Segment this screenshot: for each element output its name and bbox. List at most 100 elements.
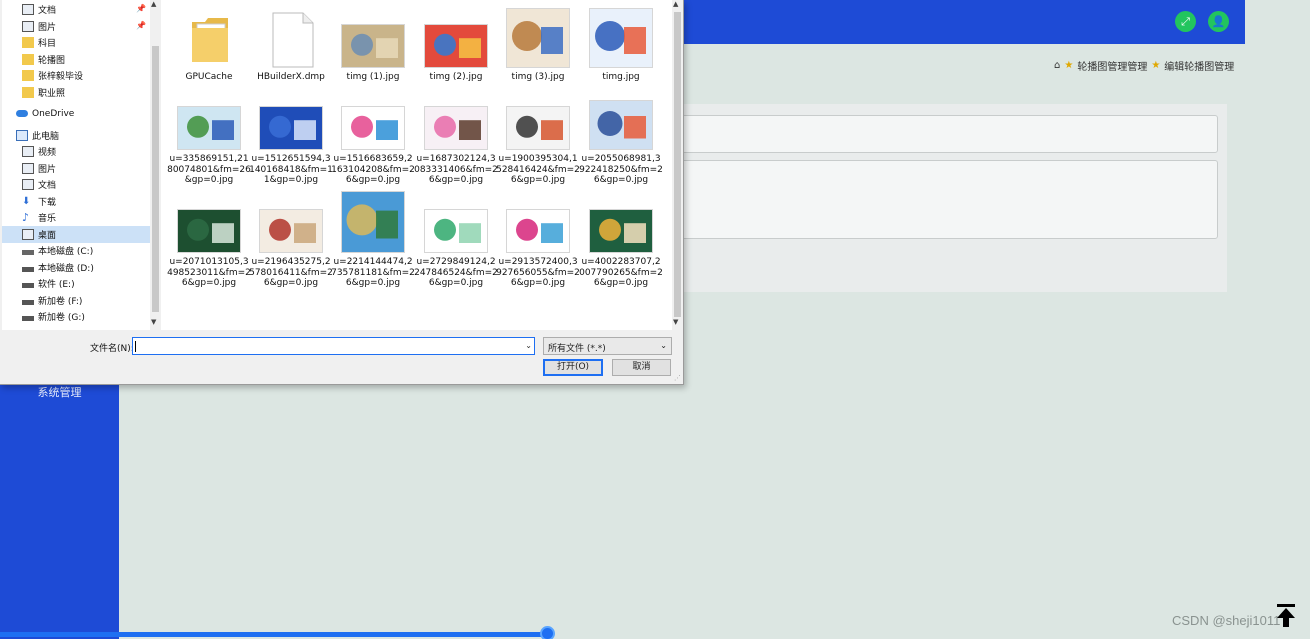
nav-item[interactable]: 科目: [2, 34, 150, 51]
file-item[interactable]: u=2196435275,2578016411&fm=26&gp=0.jpg: [249, 191, 333, 291]
nav-item[interactable]: OneDrive: [2, 105, 150, 122]
nav-item[interactable]: 文档 📌: [2, 1, 150, 18]
nav-item[interactable]: 张梓毅毕设: [2, 67, 150, 84]
breadcrumb: ⌂ ★ 轮播图管理管理 ★ 编辑轮播图管理: [1054, 58, 1234, 73]
file-name: u=2196435275,2578016411&fm=26&gp=0.jpg: [249, 257, 333, 288]
progress-bar: [0, 632, 548, 637]
videos-icon: [22, 146, 34, 157]
nav-item-label: 桌面: [38, 230, 57, 241]
file-item[interactable]: u=2913572400,3927656055&fm=26&gp=0.jpg: [496, 191, 580, 291]
file-item[interactable]: u=1516683659,2163104208&fm=26&gp=0.jpg: [331, 88, 415, 188]
downloads-icon: ⬇: [22, 195, 31, 207]
scroll-up-icon[interactable]: ▲: [151, 0, 156, 8]
computer-icon: [16, 130, 28, 141]
image-thumbnail: [589, 209, 653, 253]
file-icon: [271, 12, 315, 68]
drive-icon: [22, 283, 34, 288]
nav-item-label: 图片: [38, 164, 57, 175]
nav-scrollbar[interactable]: ▲ ▼: [150, 0, 161, 330]
file-item[interactable]: u=2729849124,2247846524&fm=26&gp=0.jpg: [414, 191, 498, 291]
nav-item[interactable]: 文档: [2, 176, 150, 193]
file-item[interactable]: u=2214144474,2735781181&fm=26&gp=0.jpg: [331, 191, 415, 291]
file-item[interactable]: u=1687302124,3083331406&fm=26&gp=0.jpg: [414, 88, 498, 188]
file-item[interactable]: u=2055068981,3922418250&fm=26&gp=0.jpg: [579, 88, 663, 188]
file-item[interactable]: u=4002283707,2007790265&fm=26&gp=0.jpg: [579, 191, 663, 291]
nav-item[interactable]: 本地磁盘 (C:): [2, 242, 150, 259]
nav-item[interactable]: 图片 📌: [2, 18, 150, 35]
nav-item[interactable]: 软件 (E:): [2, 275, 150, 292]
folder-icon: [189, 14, 231, 66]
file-item[interactable]: u=335869151,2180074801&fm=26&gp=0.jpg: [167, 88, 251, 188]
breadcrumb-item[interactable]: 轮播图管理管理: [1077, 58, 1147, 73]
nav-item[interactable]: 新加卷 (G:): [2, 308, 150, 325]
filename-input[interactable]: ⌄: [132, 337, 535, 355]
file-name: u=4002283707,2007790265&fm=26&gp=0.jpg: [579, 257, 663, 288]
resize-grip-icon[interactable]: ⋰: [674, 374, 681, 382]
pin-icon: 📌: [136, 4, 146, 13]
file-name: u=2729849124,2247846524&fm=26&gp=0.jpg: [414, 257, 498, 288]
home-icon[interactable]: ⌂: [1054, 60, 1060, 71]
file-name: timg (2).jpg: [429, 72, 483, 82]
nav-item[interactable]: 新加卷 (F:): [2, 292, 150, 309]
nav-item-label: 软件 (E:): [38, 280, 75, 290]
nav-item[interactable]: 图片: [2, 160, 150, 177]
nav-item[interactable]: 视频: [2, 143, 150, 160]
nav-item[interactable]: 此电脑: [2, 127, 150, 144]
sidebar-item-system-management[interactable]: 系统管理: [0, 384, 119, 400]
nav-item[interactable]: 轮播图: [2, 51, 150, 68]
image-thumbnail: [259, 106, 323, 150]
open-button[interactable]: 打开(O): [543, 359, 603, 376]
star-icon: ★: [1151, 60, 1161, 71]
file-item[interactable]: u=2071013105,3498523011&fm=26&gp=0.jpg: [167, 191, 251, 291]
file-scrollbar[interactable]: ▲ ▼: [672, 0, 683, 330]
folder-icon: [22, 70, 34, 82]
file-name: u=1687302124,3083331406&fm=26&gp=0.jpg: [414, 154, 498, 185]
file-name: HBuilderX.dmp: [257, 72, 325, 82]
star-icon: ★: [1064, 60, 1074, 71]
file-name: timg.jpg: [602, 72, 640, 82]
progress-handle[interactable]: [540, 626, 555, 639]
file-item[interactable]: u=1512651594,3140168418&fm=11&gp=0.jpg: [249, 88, 333, 188]
image-thumbnail: [506, 209, 570, 253]
nav-item[interactable]: 职业照: [2, 84, 150, 101]
nav-item-label: 视频: [38, 148, 57, 158]
file-name: u=1516683659,2163104208&fm=26&gp=0.jpg: [331, 154, 415, 185]
file-item[interactable]: u=1900395304,1528416424&fm=26&gp=0.jpg: [496, 88, 580, 188]
watermark: CSDN @sheji1011: [1172, 613, 1281, 628]
image-thumbnail: [177, 209, 241, 253]
pin-icon: 📌: [136, 20, 146, 30]
folder-icon: [22, 37, 34, 49]
drive-icon: [22, 316, 34, 321]
back-to-top-icon[interactable]: [1274, 603, 1298, 629]
nav-item[interactable]: ⬇ 下载: [2, 193, 150, 210]
nav-item-label: 音乐: [38, 214, 57, 224]
filename-label: 文件名(N):: [90, 344, 134, 354]
file-type-select[interactable]: 所有文件 (*.*) ⌄: [543, 337, 672, 355]
user-icon[interactable]: 👤: [1208, 11, 1229, 32]
form-textarea[interactable]: [670, 160, 1218, 239]
nav-item[interactable]: 桌面: [2, 225, 150, 243]
image-thumbnail: [341, 106, 405, 150]
image-thumbnail: [589, 100, 653, 150]
nav-item[interactable]: 本地磁盘 (D:): [2, 259, 150, 276]
scroll-up-icon[interactable]: ▲: [673, 0, 678, 8]
file-name: u=1512651594,3140168418&fm=11&gp=0.jpg: [249, 154, 333, 185]
file-scroll-thumb[interactable]: [674, 12, 681, 317]
form-input[interactable]: [670, 115, 1218, 153]
cancel-button[interactable]: 取消: [612, 359, 671, 376]
fullscreen-icon[interactable]: ⤢: [1175, 11, 1196, 32]
drive-c-icon: [22, 250, 34, 255]
image-thumbnail: [259, 209, 323, 253]
file-name: u=2214144474,2735781181&fm=26&gp=0.jpg: [331, 257, 415, 288]
scroll-down-icon[interactable]: ▼: [151, 318, 156, 326]
drive-icon: [22, 299, 34, 305]
file-name: timg (3).jpg: [511, 72, 565, 82]
chevron-down-icon[interactable]: ⌄: [525, 341, 532, 350]
scroll-down-icon[interactable]: ▼: [673, 318, 678, 326]
nav-scroll-thumb[interactable]: [152, 46, 159, 312]
nav-item-label: 新加卷 (G:): [38, 313, 85, 323]
nav-item-label: 下载: [38, 197, 57, 208]
file-name: u=2913572400,3927656055&fm=26&gp=0.jpg: [496, 257, 580, 288]
nav-item-label: 张梓毅毕设: [38, 72, 84, 83]
nav-item[interactable]: ♪ 音乐: [2, 209, 150, 226]
